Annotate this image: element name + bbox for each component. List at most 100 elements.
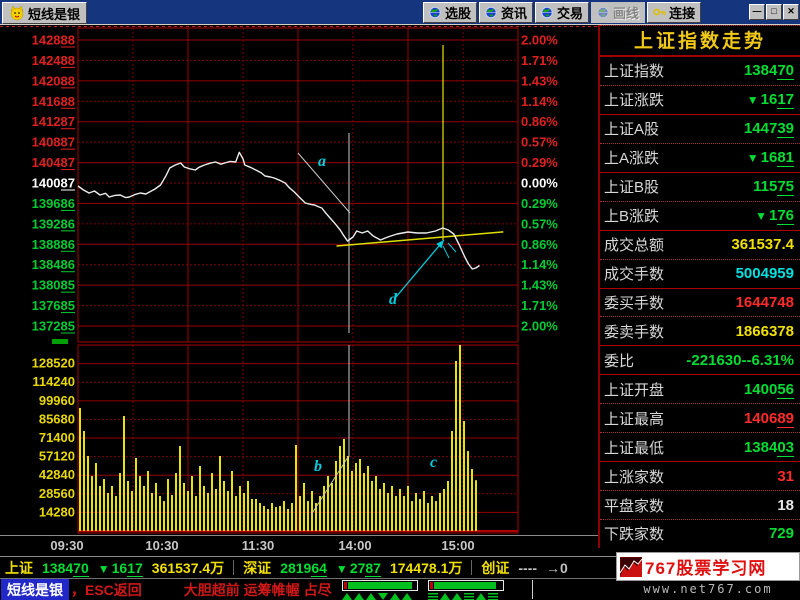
svg-text:142488: 142488 xyxy=(32,53,75,68)
svg-text:140087: 140087 xyxy=(32,176,75,191)
row-value: 140689 xyxy=(744,410,794,427)
window-title: 短线是银 xyxy=(28,4,80,23)
svg-text:0.86%: 0.86% xyxy=(521,114,558,129)
signal-down-icon xyxy=(378,593,388,600)
signal-up-icon xyxy=(452,593,462,600)
svg-text:14:00: 14:00 xyxy=(338,538,371,553)
panel-title: 上证指数走势 xyxy=(600,25,800,57)
meter-green-fill xyxy=(348,582,412,589)
svg-text:138886: 138886 xyxy=(32,237,75,252)
toolbar-button-4: 画线 xyxy=(591,2,645,23)
svg-text:114240: 114240 xyxy=(32,374,75,389)
signal-triangles xyxy=(428,592,504,600)
svg-text:138085: 138085 xyxy=(32,278,75,293)
toolbar-button-3[interactable]: 交易 xyxy=(535,2,589,23)
slogan-text: 大胆超前 运筹帷幄 占尽 xyxy=(184,580,332,600)
summary-row-15: 上涨家数 31 xyxy=(600,462,800,491)
svg-text:137685: 137685 xyxy=(32,298,75,313)
summary-row-7: 成交总额 361537.4 xyxy=(600,231,800,260)
svg-text:0.00%: 0.00% xyxy=(521,176,558,191)
row-label: 上证B股 xyxy=(604,176,659,197)
row-label: 上涨家数 xyxy=(604,466,664,487)
svg-text:09:30: 09:30 xyxy=(50,538,83,553)
status-item-7: ▼2787 xyxy=(336,560,381,576)
panel-rows: 上证指数138470上证涨跌▼1617上证A股144739上A涨跌▼1681上证… xyxy=(600,57,800,548)
toolbar-button-5[interactable]: 连接 xyxy=(647,2,701,23)
toolbar-button-2[interactable]: 资讯 xyxy=(479,2,533,23)
signal-up-icon xyxy=(402,593,412,600)
svg-text:99960: 99960 xyxy=(39,393,75,408)
row-value: 140056 xyxy=(744,381,794,398)
key-icon xyxy=(653,6,666,19)
toolbar-button-label: 连接 xyxy=(669,3,695,22)
row-value: 11575 xyxy=(753,178,794,195)
row-value: 31 xyxy=(777,468,794,485)
globe-icon xyxy=(541,6,554,19)
svg-text:1.14%: 1.14% xyxy=(521,94,558,109)
summary-row-11: 委比-221630--6.31% xyxy=(600,346,800,375)
summary-row-3: 上证A股 144739 xyxy=(600,115,800,144)
signal-indicators xyxy=(332,580,504,600)
row-label: 委比 xyxy=(604,350,634,371)
signal-block-1 xyxy=(342,580,418,600)
row-value: 138470 xyxy=(744,62,794,79)
svg-text:d: d xyxy=(389,291,398,308)
chart-region: 1428881424881420881416881412871408871404… xyxy=(0,25,598,556)
svg-text:0.57%: 0.57% xyxy=(521,216,558,231)
row-value: 18 xyxy=(777,497,794,514)
summary-row-8: 成交手数5004959 xyxy=(600,260,800,289)
signal-up-icon xyxy=(440,593,450,600)
summary-row-17: 下跌家数729 xyxy=(600,520,800,548)
esc-hint-text: ，ESC返回 xyxy=(71,580,142,600)
row-label: 上证A股 xyxy=(604,118,659,139)
svg-text:11:30: 11:30 xyxy=(242,538,275,553)
summary-row-5: 上证B股 11575 xyxy=(600,173,800,202)
svg-text:2.00%: 2.00% xyxy=(521,319,558,334)
app-name-tab[interactable]: 短线是银 xyxy=(1,579,69,600)
row-label: 上证涨跌 xyxy=(604,89,664,110)
status-item-5: 深证 xyxy=(243,558,271,578)
globe-icon xyxy=(485,6,498,19)
svg-text:15:00: 15:00 xyxy=(441,538,474,553)
svg-text:141287: 141287 xyxy=(32,114,75,129)
signal-meter xyxy=(428,580,504,591)
site-logo-banner[interactable]: 767股票学习网 xyxy=(616,552,800,581)
svg-text:c: c xyxy=(430,454,437,471)
down-arrow-icon: ▼ xyxy=(747,151,759,165)
row-label: 上证指数 xyxy=(604,60,664,81)
window-controls: — □ ✕ xyxy=(749,4,799,20)
summary-row-16: 平盘家数 18 xyxy=(600,491,800,520)
title-bar: 短线是银 选股 资讯交易画线 连接 — □ ✕ xyxy=(0,0,800,25)
signal-triangles xyxy=(342,592,418,600)
svg-text:0.29%: 0.29% xyxy=(521,155,558,170)
row-label: 上证最高 xyxy=(604,408,664,429)
row-label: 上证最低 xyxy=(604,437,664,458)
signal-up-icon xyxy=(342,593,352,600)
svg-text:142088: 142088 xyxy=(32,73,75,88)
status-item-8: 174478.1万 xyxy=(390,558,462,578)
minimize-button[interactable]: — xyxy=(749,4,765,20)
toolbar-button-1[interactable]: 选股 xyxy=(423,2,477,23)
summary-row-14: 上证最低138403 xyxy=(600,433,800,462)
svg-text:71400: 71400 xyxy=(39,430,75,445)
row-label: 平盘家数 xyxy=(604,495,664,516)
row-label: 成交总额 xyxy=(604,234,664,255)
row-value: 144739 xyxy=(744,120,794,137)
row-value: 361537.4 xyxy=(731,236,794,253)
svg-text:b: b xyxy=(314,458,322,475)
site-logo: 767股票学习网 www.net767.com xyxy=(616,552,800,600)
summary-row-6: 上B涨跌▼176 xyxy=(600,202,800,231)
status-item-2: 138470 xyxy=(42,560,89,576)
maximize-button[interactable]: □ xyxy=(766,4,782,20)
summary-row-12: 上证开盘140056 xyxy=(600,375,800,404)
svg-text:1.14%: 1.14% xyxy=(521,257,558,272)
globe-icon xyxy=(597,6,610,19)
down-arrow-icon: ▼ xyxy=(98,562,110,576)
status-section-divider xyxy=(471,560,472,575)
row-value: 5004959 xyxy=(736,265,794,282)
svg-text:10:30: 10:30 xyxy=(145,538,178,553)
signal-flat-icon xyxy=(428,593,438,600)
toolbar-button-label: 资讯 xyxy=(501,3,527,22)
close-button[interactable]: ✕ xyxy=(783,4,799,20)
svg-text:2.00%: 2.00% xyxy=(521,33,558,48)
